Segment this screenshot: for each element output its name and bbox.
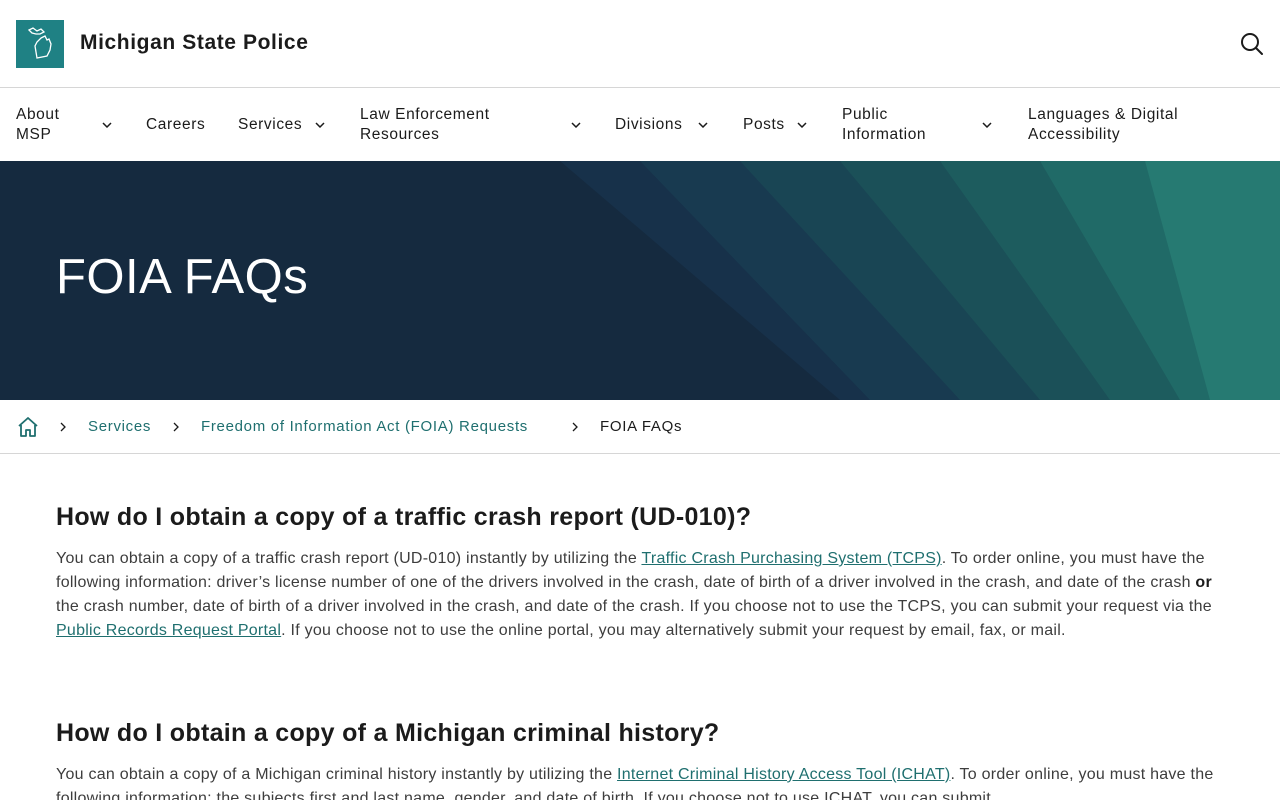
answer-text: . If you choose not to use the online po… <box>281 622 1066 639</box>
chevron-right-icon <box>173 422 179 432</box>
breadcrumb-link-foia-requests[interactable]: Freedom of Information Act (FOIA) Reques… <box>201 418 528 435</box>
search-button[interactable] <box>1238 30 1266 58</box>
site-title[interactable]: Michigan State Police <box>80 31 309 55</box>
tcps-link[interactable]: Traffic Crash Purchasing System (TCPS) <box>641 550 941 567</box>
nav-item-divisions[interactable]: Divisions <box>615 89 715 161</box>
public-records-portal-link[interactable]: Public Records Request Portal <box>56 622 281 639</box>
nav-item-law-enforcement-resources[interactable]: Law Enforcement Resources <box>360 89 586 161</box>
site-header: Michigan State Police <box>0 0 1280 88</box>
nav-label: Services <box>238 116 303 133</box>
page-title: FOIA FAQs <box>56 250 309 304</box>
chevron-right-icon <box>60 422 66 432</box>
answer-text: You can obtain a copy of a traffic crash… <box>56 550 642 567</box>
breadcrumb-current: FOIA FAQs <box>600 418 683 435</box>
nav-label-line: Law Enforcement <box>360 106 490 123</box>
nav-item-services[interactable]: Services <box>238 89 330 161</box>
nav-item-public-information[interactable]: Public Information <box>842 89 1002 161</box>
faq-answer: You can obtain a copy of a traffic crash… <box>56 547 1226 643</box>
chevron-down-icon <box>102 122 112 129</box>
nav-label-line: Public <box>842 106 888 123</box>
logo[interactable] <box>16 20 64 68</box>
chevron-right-icon <box>572 422 578 432</box>
ichat-link[interactable]: Internet Criminal History Access Tool (I… <box>617 766 950 783</box>
nav-label-line: Information <box>842 126 927 143</box>
breadcrumb: Services Freedom of Information Act (FOI… <box>0 400 1280 454</box>
breadcrumb-home[interactable] <box>16 415 40 439</box>
nav-label: Divisions <box>615 116 683 133</box>
nav-label: Languages & Digital Accessibility <box>1028 105 1178 145</box>
nav-label: Posts <box>743 116 785 133</box>
nav-label: Careers <box>146 116 206 133</box>
faq-question: How do I obtain a copy of a Michigan cri… <box>56 719 720 747</box>
faq-item: How do I obtain a copy of a Michigan cri… <box>56 718 1226 800</box>
chevron-down-icon <box>797 122 807 129</box>
nav-label-line: MSP <box>16 126 52 143</box>
chevron-down-icon <box>571 122 581 129</box>
nav-item-careers[interactable]: Careers <box>146 89 216 161</box>
search-icon <box>1241 33 1263 55</box>
nav-label-line: Resources <box>360 126 440 143</box>
chevron-down-icon <box>982 122 992 129</box>
faq-answer: You can obtain a copy of a Michigan crim… <box>56 763 1226 800</box>
nav-item-posts[interactable]: Posts <box>743 89 813 161</box>
nav-label-line: About <box>16 106 60 123</box>
nav-label-line: Accessibility <box>1028 126 1121 143</box>
nav-item-languages-accessibility[interactable]: Languages & Digital Accessibility <box>1028 89 1228 161</box>
home-icon <box>18 417 38 437</box>
hero-banner: FOIA FAQs <box>0 161 1280 400</box>
answer-emphasis: or <box>1195 574 1212 591</box>
faq-question: How do I obtain a copy of a traffic cras… <box>56 503 752 531</box>
main-nav: About MSP Careers Services Law Enforceme… <box>0 89 1280 161</box>
nav-label: About MSP <box>16 105 60 145</box>
nav-label: Public Information <box>842 105 926 145</box>
faq-item: How do I obtain a copy of a traffic cras… <box>56 502 1226 643</box>
chevron-down-icon <box>315 122 325 129</box>
breadcrumb-link-services[interactable]: Services <box>88 418 151 435</box>
nav-item-about-msp[interactable]: About MSP <box>16 89 116 161</box>
answer-text: You can obtain a copy of a Michigan crim… <box>56 766 618 783</box>
michigan-map-icon <box>27 27 52 59</box>
nav-label: Law Enforcement Resources <box>360 105 490 145</box>
chevron-down-icon <box>698 122 708 129</box>
answer-text: the crash number, date of birth of a dri… <box>56 598 1212 615</box>
nav-label-line: Languages & Digital <box>1028 106 1179 123</box>
